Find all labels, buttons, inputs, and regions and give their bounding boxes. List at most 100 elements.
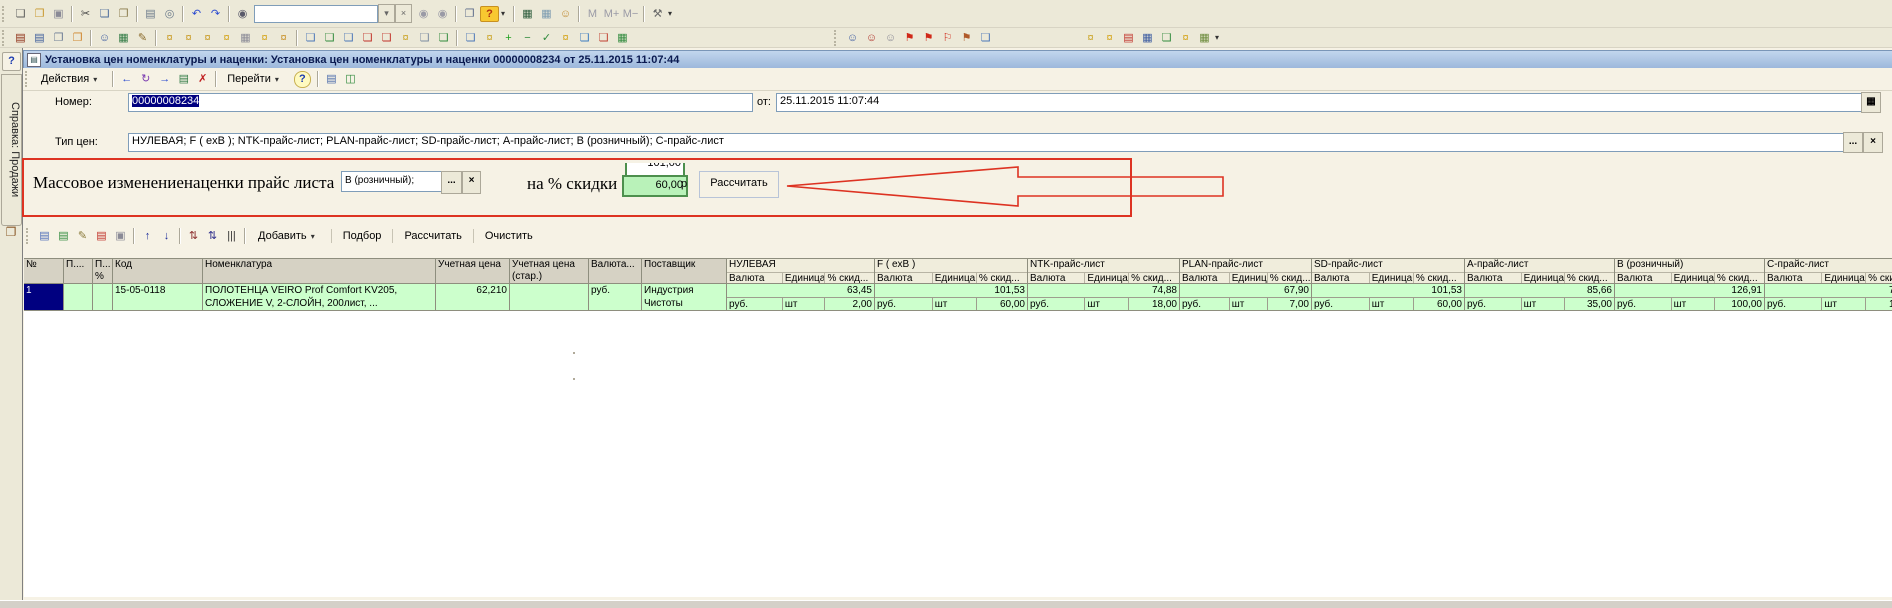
journal-icon[interactable]: ▤: [12, 30, 29, 46]
doc-arrow-icon[interactable]: ❏: [462, 30, 479, 46]
sub-column-header[interactable]: Единица: [1522, 273, 1565, 284]
password-lock-icon[interactable]: ☺: [557, 6, 574, 22]
toolbar-grip[interactable]: [2, 30, 7, 46]
sub-column-header[interactable]: Валюта: [1765, 273, 1822, 284]
chevron-down-icon[interactable]: ▾: [668, 9, 676, 18]
sub-column-header[interactable]: % скид...: [1715, 273, 1764, 284]
checklist-icon[interactable]: ◫: [342, 71, 359, 87]
sub-column-header[interactable]: Единица: [1085, 273, 1129, 284]
column-header[interactable]: Номенклатура: [203, 258, 436, 284]
toolbar-grip[interactable]: [26, 228, 31, 244]
price-group-header[interactable]: НУЛЕВАЯВалютаЕдиница% скид...: [727, 258, 875, 284]
chevron-down-icon[interactable]: ▾: [1215, 33, 1223, 42]
pick-button[interactable]: Подбор: [335, 228, 390, 244]
calculator-icon[interactable]: ▦: [519, 6, 536, 22]
card-green-icon[interactable]: ▦: [614, 30, 631, 46]
column-header[interactable]: Учетная цена: [436, 258, 510, 284]
price-list-dropdown[interactable]: В (розничный);: [341, 171, 448, 192]
price-types-clear-button[interactable]: ×: [1863, 132, 1883, 153]
doc-check-icon[interactable]: ✓: [538, 30, 555, 46]
sub-column-header[interactable]: Валюта: [1180, 273, 1230, 284]
money-icon[interactable]: ¤: [256, 30, 273, 46]
find-prev-icon[interactable]: ◉: [434, 6, 451, 22]
price-group-header[interactable]: С-прайс-листВалютаЕдиница% скид...: [1765, 258, 1892, 284]
sub-column-header[interactable]: Единица: [1672, 273, 1715, 284]
table-blue-icon[interactable]: ▦: [1139, 30, 1156, 46]
person-prices-3-icon[interactable]: ¤: [199, 30, 216, 46]
row-nomenclature-cell[interactable]: ПОЛОТЕНЦА VEIRO Prof Comfort KV205,СЛОЖЕ…: [203, 284, 436, 311]
copy-row-icon[interactable]: ▤: [55, 228, 72, 244]
row-p1-cell[interactable]: [64, 284, 93, 311]
copy-icon[interactable]: ❏: [96, 6, 113, 22]
number-field[interactable]: 00000008234: [128, 93, 753, 112]
side-tab-help-sales[interactable]: Справка: Продажи: [1, 74, 22, 226]
search-input[interactable]: [254, 5, 378, 23]
price-list-clear-button[interactable]: ×: [462, 171, 481, 194]
toolbar-grip[interactable]: [834, 30, 839, 46]
chevron-down-icon[interactable]: ▾: [501, 9, 509, 18]
column-header[interactable]: П... %: [93, 258, 113, 284]
price-group-header[interactable]: F ( exB )ВалютаЕдиница% скид...: [875, 258, 1028, 284]
sub-column-header[interactable]: % скид...: [825, 273, 874, 284]
price-group-cell[interactable]: 101,53руб.шт60,00: [1312, 284, 1465, 311]
doc-check-person-icon[interactable]: ❏: [977, 30, 994, 46]
remove-icon[interactable]: −: [519, 30, 536, 46]
toolbar-grip[interactable]: [25, 71, 30, 87]
column-header[interactable]: №: [24, 258, 64, 284]
price-group-header[interactable]: PLAN-прайс-листВалютаЕдиница% скид...: [1180, 258, 1312, 284]
person-gray-icon[interactable]: ☺: [882, 30, 899, 46]
person-prices-2-icon[interactable]: ¤: [180, 30, 197, 46]
price-group-cell[interactable]: 63,45руб.шт2,00: [727, 284, 875, 311]
add-button[interactable]: Добавить ▾: [250, 228, 328, 244]
sub-column-header[interactable]: Единица: [1822, 273, 1866, 284]
doc-person-icon[interactable]: ❏: [302, 30, 319, 46]
table-coin-icon[interactable]: ▦: [1196, 30, 1213, 46]
new-document-icon[interactable]: ❏: [12, 6, 29, 22]
coins-swap-icon[interactable]: ¤: [1082, 30, 1099, 46]
column-header[interactable]: Код: [113, 258, 203, 284]
column-header[interactable]: Поставщик: [642, 258, 727, 284]
doc-copy-icon[interactable]: ❏: [416, 30, 433, 46]
sub-column-header[interactable]: Единица: [1230, 273, 1268, 284]
sub-column-header[interactable]: Единица: [933, 273, 977, 284]
sub-column-header[interactable]: Валюта: [727, 273, 783, 284]
open-icon[interactable]: ❐: [31, 6, 48, 22]
money-exchange-icon[interactable]: ¤: [1177, 30, 1194, 46]
search-clear-button[interactable]: ×: [395, 4, 412, 23]
row-number-cell[interactable]: 1: [24, 284, 64, 311]
add-icon[interactable]: +: [500, 30, 517, 46]
sub-column-header[interactable]: % скид...: [1414, 273, 1464, 284]
sort-asc-icon[interactable]: ⇅: [185, 228, 202, 244]
column-header[interactable]: Валюта...: [589, 258, 642, 284]
doc-red-flower-2-icon[interactable]: ❏: [378, 30, 395, 46]
help-book-icon[interactable]: ❐: [3, 224, 19, 240]
calendar-button[interactable]: ▦: [1861, 92, 1881, 113]
row-p2-cell[interactable]: [93, 284, 113, 311]
sub-column-header[interactable]: Валюта: [1312, 273, 1370, 284]
coins-pair-icon[interactable]: ¤: [1101, 30, 1118, 46]
price-group-cell[interactable]: 101,53руб.шт60,00: [875, 284, 1028, 311]
print-preview-icon[interactable]: ◎: [161, 6, 178, 22]
sub-column-header[interactable]: % скид...: [1268, 273, 1311, 284]
row-code-cell[interactable]: 15-05-0118: [113, 284, 203, 311]
undo-icon[interactable]: ↶: [188, 6, 205, 22]
forward-icon[interactable]: →: [156, 71, 173, 87]
barcode-icon[interactable]: |||: [223, 228, 240, 244]
goto-menu-button[interactable]: Перейти ▾: [221, 70, 290, 88]
flag-red-icon[interactable]: ⚑: [901, 30, 918, 46]
sub-column-header[interactable]: Валюта: [875, 273, 933, 284]
price-group-header[interactable]: NTK-прайс-листВалютаЕдиница% скид...: [1028, 258, 1180, 284]
row-old-price-cell[interactable]: [510, 284, 589, 311]
calendar-icon[interactable]: ▦: [538, 6, 555, 22]
person-prices-icon[interactable]: ¤: [161, 30, 178, 46]
annotation-calculate-button[interactable]: Рассчитать: [699, 171, 779, 198]
discount-percent-input[interactable]: 60,00: [622, 175, 688, 197]
sort-desc-icon[interactable]: ⇅: [204, 228, 221, 244]
price-group-cell[interactable]: 85,66руб.шт35,00: [1465, 284, 1615, 311]
print-form-icon[interactable]: ▤: [31, 30, 48, 46]
delete-row-icon[interactable]: ▤: [93, 228, 110, 244]
paste-icon[interactable]: ❐: [115, 6, 132, 22]
doc-person-red-icon[interactable]: ❏: [595, 30, 612, 46]
price-group-header[interactable]: A-прайс-листВалютаЕдиница% скид...: [1465, 258, 1615, 284]
currency-icon[interactable]: ¤: [275, 30, 292, 46]
